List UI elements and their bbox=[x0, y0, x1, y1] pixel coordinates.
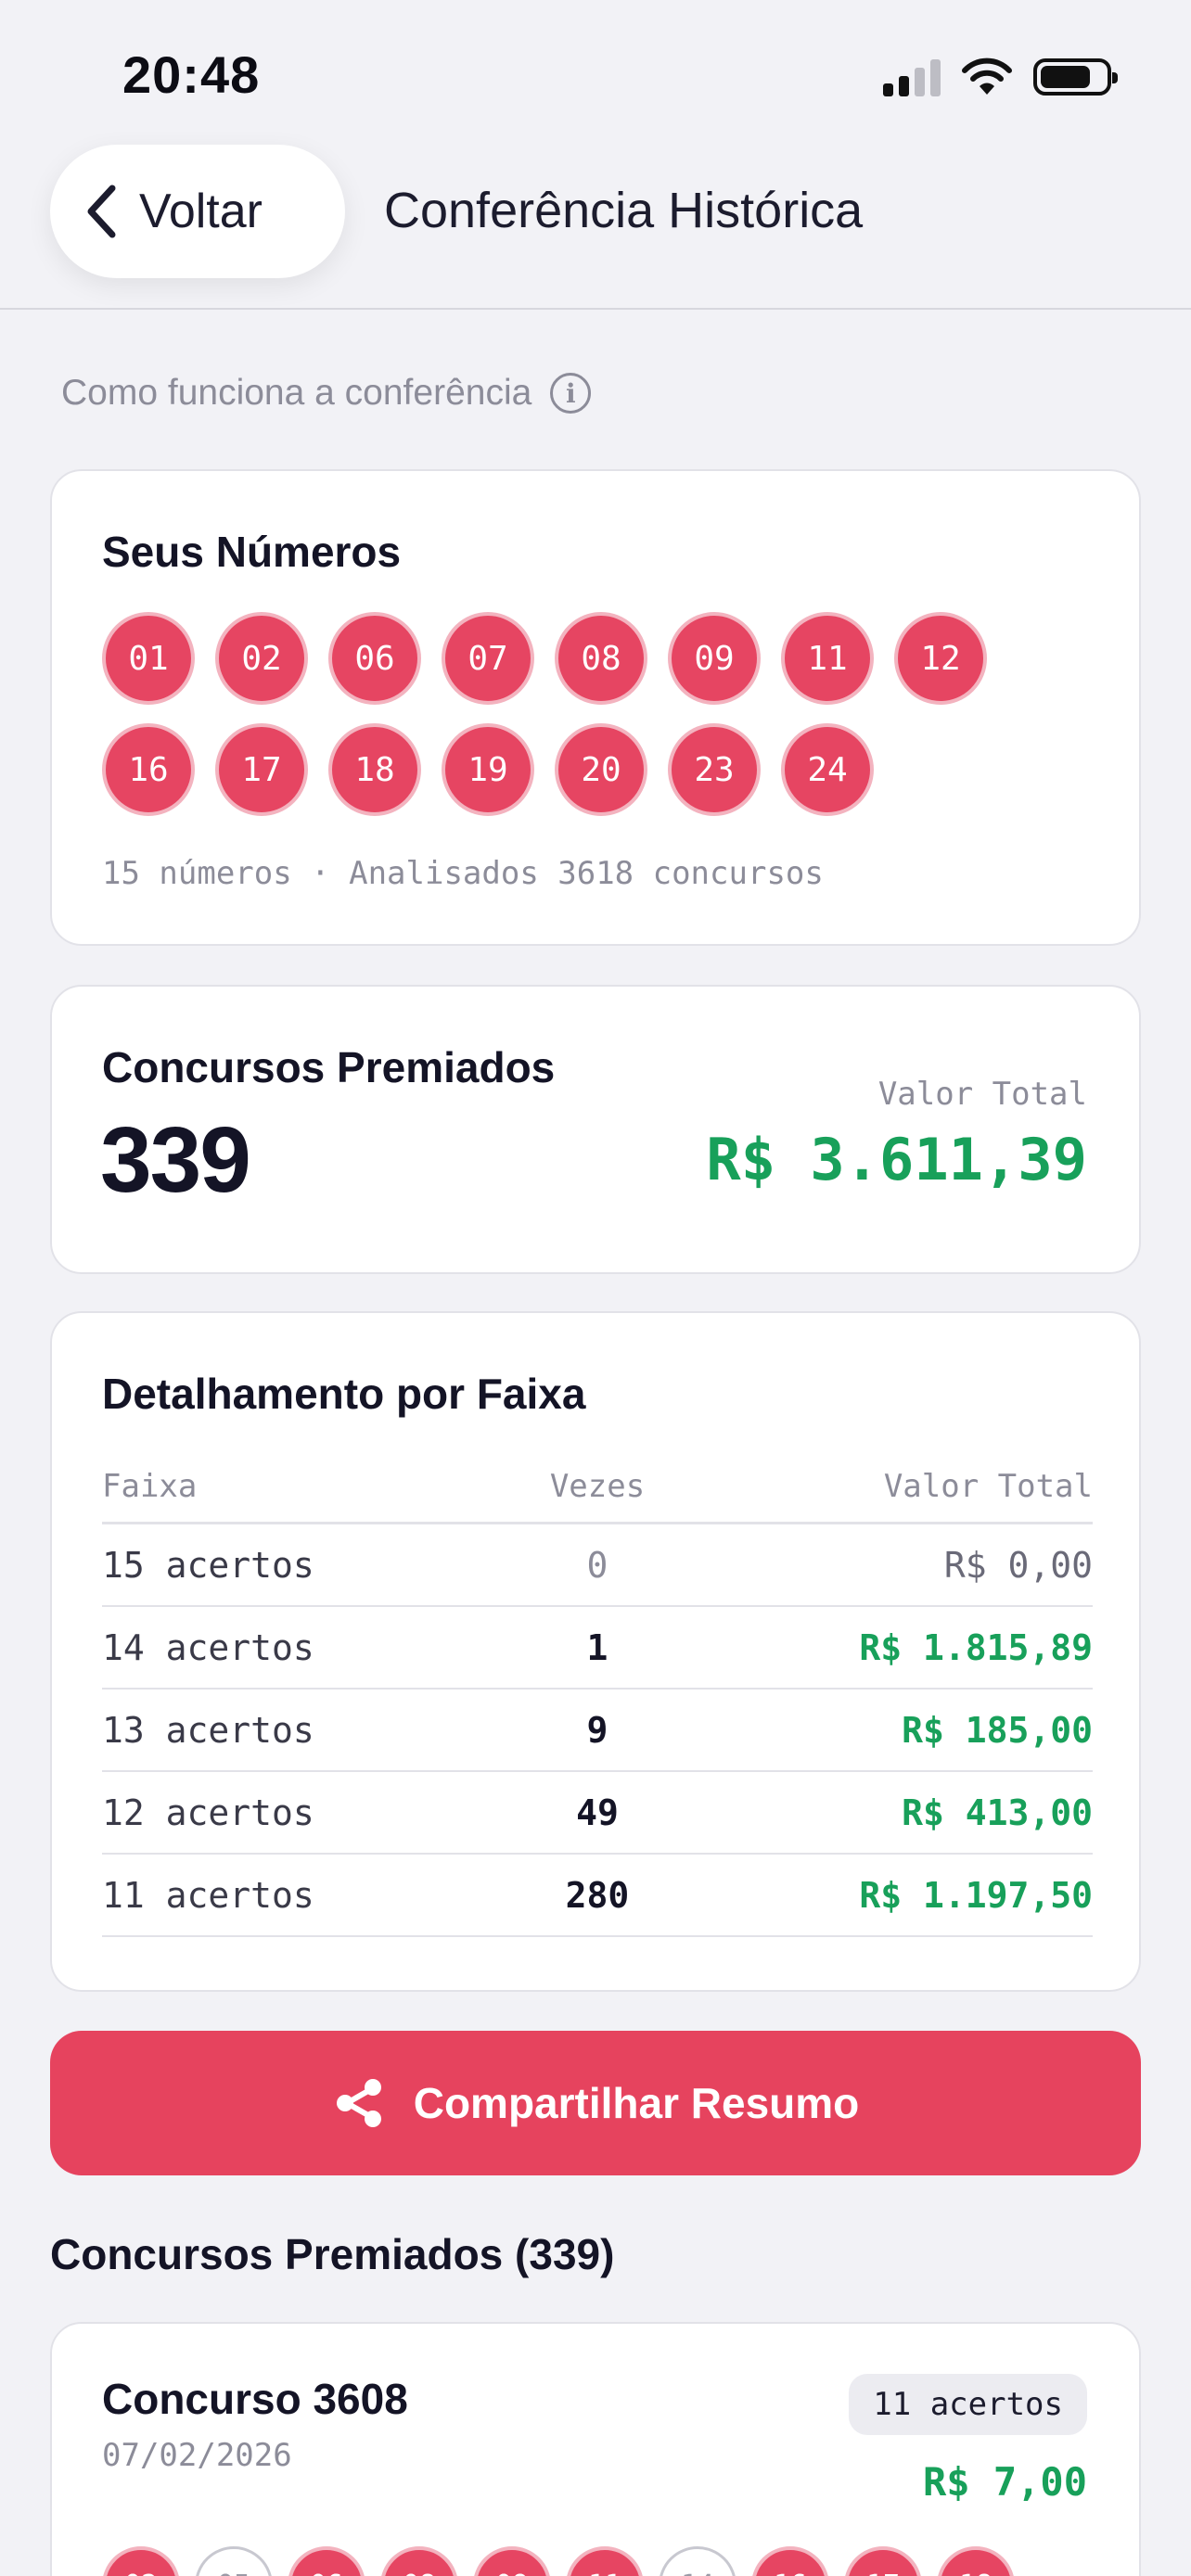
hit-number-ball: 17 bbox=[844, 2546, 922, 2576]
row-vezes: 9 bbox=[586, 1709, 608, 1751]
number-ball: 02 bbox=[215, 612, 308, 705]
contest-date: 07/02/2026 bbox=[102, 2437, 292, 2474]
summary-card: Concursos Premiados 339 Valor Total R$ 3… bbox=[50, 985, 1141, 1274]
chevron-left-icon bbox=[87, 185, 116, 238]
table-row: 14 acertos 1 R$ 1.815,89 bbox=[102, 1607, 1093, 1690]
prized-contests-section-title: Concursos Premiados (339) bbox=[50, 2230, 615, 2278]
number-ball: 17 bbox=[215, 723, 308, 816]
table-row: 15 acertos 0 R$ 0,00 bbox=[102, 1524, 1093, 1607]
header-valor: Valor Total bbox=[883, 1467, 1093, 1505]
navigation-bar: Voltar Conferência Histórica bbox=[0, 139, 1191, 310]
back-button[interactable]: Voltar bbox=[50, 145, 345, 278]
total-value-label: Valor Total bbox=[877, 1076, 1087, 1113]
row-faixa: 11 acertos bbox=[102, 1874, 314, 1916]
row-valor: R$ 185,00 bbox=[902, 1709, 1093, 1751]
number-ball: 07 bbox=[442, 612, 534, 705]
battery-icon bbox=[1033, 58, 1118, 96]
total-value: R$ 3.611,39 bbox=[706, 1126, 1087, 1193]
faixa-title: Detalhamento por Faixa bbox=[102, 1370, 586, 1418]
row-vezes: 1 bbox=[586, 1626, 608, 1668]
row-valor: R$ 1.197,50 bbox=[859, 1874, 1093, 1916]
share-summary-button[interactable]: Compartilhar Resumo bbox=[50, 2031, 1141, 2175]
missed-number-ball: 14 bbox=[659, 2546, 736, 2576]
my-numbers-title: Seus Números bbox=[102, 528, 402, 576]
wifi-icon bbox=[962, 57, 1012, 95]
header-faixa: Faixa bbox=[102, 1467, 198, 1505]
row-vezes: 0 bbox=[586, 1544, 608, 1586]
table-row: 11 acertos 280 R$ 1.197,50 bbox=[102, 1855, 1093, 1937]
row-valor: R$ 413,00 bbox=[902, 1792, 1093, 1833]
contest-card[interactable]: Concurso 3608 07/02/2026 11 acertos R$ 7… bbox=[50, 2322, 1141, 2576]
share-icon bbox=[336, 2079, 381, 2127]
number-ball: 11 bbox=[781, 612, 874, 705]
faixa-breakdown-card: Detalhamento por Faixa Faixa Vezes Valor… bbox=[50, 1311, 1141, 1992]
numbers-meta: 15 números · Analisados 3618 concursos bbox=[102, 855, 824, 892]
contest-prize: R$ 7,00 bbox=[922, 2459, 1087, 2505]
number-ball: 16 bbox=[102, 723, 195, 816]
hit-number-ball: 16 bbox=[751, 2546, 829, 2576]
number-ball: 08 bbox=[555, 612, 647, 705]
hit-number-ball: 02 bbox=[102, 2546, 180, 2576]
how-it-works-label: Como funciona a conferência bbox=[61, 373, 532, 413]
status-time: 20:48 bbox=[122, 45, 261, 104]
header-vezes: Vezes bbox=[549, 1467, 646, 1505]
my-numbers-card: Seus Números 01 02 06 07 08 09 11 12 16 17 18 19 20 2… bbox=[50, 469, 1141, 946]
hit-number-ball: 11 bbox=[566, 2546, 644, 2576]
row-vezes: 280 bbox=[565, 1874, 630, 1916]
number-ball: 09 bbox=[668, 612, 761, 705]
row-faixa: 15 acertos bbox=[102, 1544, 314, 1586]
missed-number-ball: 05 bbox=[195, 2546, 273, 2576]
back-button-label: Voltar bbox=[139, 185, 263, 238]
hit-number-ball: 18 bbox=[937, 2546, 1015, 2576]
number-ball: 01 bbox=[102, 612, 195, 705]
hit-number-ball: 06 bbox=[288, 2546, 365, 2576]
how-it-works-link[interactable]: Como funciona a conferência i bbox=[61, 373, 592, 414]
row-vezes: 49 bbox=[576, 1792, 619, 1833]
cellular-signal-icon bbox=[883, 57, 941, 96]
contest-numbers: 02 05 06 08 09 11 14 16 17 18 bbox=[102, 2546, 1015, 2576]
number-ball: 24 bbox=[781, 723, 874, 816]
number-ball: 20 bbox=[555, 723, 647, 816]
row-valor: R$ 0,00 bbox=[943, 1544, 1093, 1586]
number-ball: 19 bbox=[442, 723, 534, 816]
hit-number-ball: 09 bbox=[473, 2546, 551, 2576]
table-row: 12 acertos 49 R$ 413,00 bbox=[102, 1772, 1093, 1855]
row-faixa: 13 acertos bbox=[102, 1709, 314, 1751]
acertos-badge: 11 acertos bbox=[849, 2374, 1087, 2435]
row-faixa: 14 acertos bbox=[102, 1626, 314, 1668]
my-numbers-balls: 01 02 06 07 08 09 11 12 16 17 18 19 20 23 24 bbox=[102, 612, 1030, 816]
hit-number-ball: 08 bbox=[380, 2546, 458, 2576]
table-row: 13 acertos 9 R$ 185,00 bbox=[102, 1690, 1093, 1772]
number-ball: 12 bbox=[894, 612, 987, 705]
contest-name: Concurso 3608 bbox=[102, 2375, 408, 2423]
share-summary-label: Compartilhar Resumo bbox=[413, 2079, 860, 2127]
faixa-table-header: Faixa Vezes Valor Total bbox=[102, 1450, 1093, 1524]
number-ball: 18 bbox=[328, 723, 421, 816]
number-ball: 06 bbox=[328, 612, 421, 705]
page-title: Conferência Histórica bbox=[384, 183, 864, 238]
status-bar: 20:48 bbox=[0, 0, 1191, 139]
number-ball: 23 bbox=[668, 723, 761, 816]
screen: 20:48 Voltar Conferência Histórica Como … bbox=[0, 0, 1191, 2576]
row-valor: R$ 1.815,89 bbox=[859, 1626, 1093, 1668]
faixa-table: Faixa Vezes Valor Total 15 acertos 0 R$ … bbox=[102, 1450, 1093, 1937]
prized-count: 339 bbox=[100, 1108, 251, 1212]
summary-title: Concursos Premiados bbox=[102, 1043, 556, 1091]
row-faixa: 12 acertos bbox=[102, 1792, 314, 1833]
status-icons bbox=[883, 57, 1118, 96]
info-icon: i bbox=[550, 373, 592, 414]
